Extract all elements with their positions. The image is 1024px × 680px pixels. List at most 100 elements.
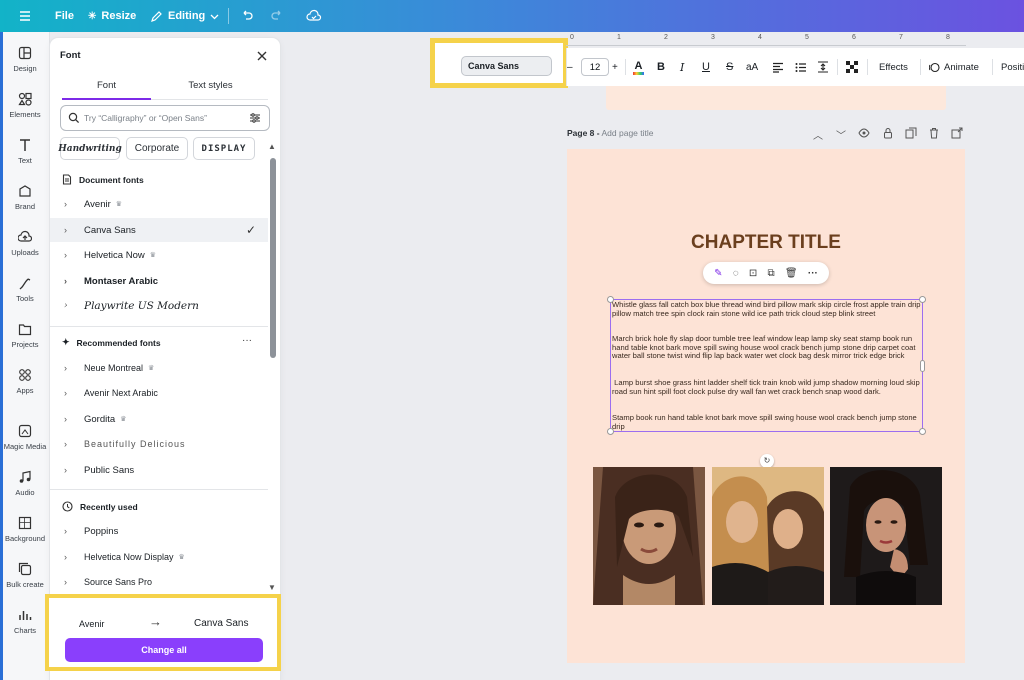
editing-mode-dropdown[interactable]: Editing [150, 0, 219, 32]
font-item-playwrite-us-modern[interactable]: › Playwrite US Modern [50, 294, 268, 318]
chapter-title[interactable]: CHAPTER TITLE [567, 232, 965, 254]
lock-icon[interactable]: ⊡ [749, 268, 757, 279]
scroll-down-icon[interactable]: ▼ [268, 583, 276, 592]
chip-handwriting[interactable]: Handwriting [58, 137, 122, 160]
rotate-icon[interactable]: ↻ [760, 454, 774, 468]
menu-icon[interactable] [18, 0, 32, 32]
scroll-up-icon[interactable]: ▲ [268, 142, 276, 151]
text-color-icon[interactable]: A [633, 48, 644, 86]
align-left-icon[interactable] [772, 48, 784, 86]
rail-item-tools[interactable]: Tools [0, 276, 50, 322]
rail-item-uploads[interactable]: Uploads [0, 230, 50, 276]
tab-text-styles[interactable]: Text styles [168, 80, 253, 91]
font-item-avenir-next-arabic[interactable]: › Avenir Next Arabic [50, 381, 268, 405]
body-text-box[interactable]: Whistle glass fall catch box blue thread… [607, 296, 926, 435]
underline-icon[interactable]: U [702, 48, 710, 86]
close-icon[interactable] [255, 49, 269, 63]
side-resize-handle[interactable] [920, 360, 925, 372]
spacing-icon[interactable] [817, 48, 829, 86]
font-item-canva-sans[interactable]: › Canva Sans ✓ [50, 218, 268, 242]
font-item-helvetica-now[interactable]: › Helvetica Now ♛ [50, 243, 268, 267]
bold-icon[interactable]: B [657, 48, 665, 86]
font-item-neue-montreal[interactable]: › Neue Montreal ♛ [50, 356, 268, 380]
add-page-title[interactable]: Add page title [602, 128, 654, 138]
photo-2[interactable] [712, 467, 824, 605]
comment-icon[interactable]: ◌ [733, 268, 739, 279]
italic-icon[interactable]: I [680, 48, 684, 86]
undo-icon[interactable] [240, 0, 254, 32]
list-icon[interactable] [795, 48, 807, 86]
scrollbar-thumb[interactable] [270, 158, 276, 358]
apps-icon [19, 369, 31, 381]
document-fonts-label: Document fonts [79, 174, 144, 185]
rail-item-projects[interactable]: Projects [0, 322, 50, 368]
rail-item-charts[interactable]: Charts [0, 608, 50, 654]
filter-icon[interactable] [249, 112, 261, 124]
photo-1[interactable] [593, 467, 705, 605]
background-icon [18, 516, 32, 530]
chevron-right-icon: › [64, 199, 67, 209]
strikethrough-icon[interactable]: S [726, 48, 733, 86]
rail-item-magic-media[interactable]: Magic Media [0, 424, 50, 470]
more-options-icon[interactable]: ··· [808, 268, 818, 279]
chevron-up-icon[interactable]: ︿ [813, 127, 825, 142]
resize-handle[interactable] [607, 428, 614, 435]
font-item-avenir[interactable]: › Avenir ♛ [50, 192, 268, 216]
rail-item-text[interactable]: Text [0, 138, 50, 184]
design-page[interactable]: CHAPTER TITLE ✎ ◌ ⊡ ⧉ 🗑 ··· Whistle glas… [567, 149, 965, 663]
search-input[interactable] [84, 113, 234, 123]
effects-button[interactable]: Effects [879, 48, 908, 86]
chevron-right-icon: › [64, 526, 67, 536]
tab-font[interactable]: Font [62, 80, 151, 91]
font-family-dropdown[interactable]: Canva Sans [461, 56, 552, 76]
rail-item-label: Design [13, 64, 37, 73]
font-name: Helvetica Now Display [84, 552, 174, 562]
font-item-source-sans-pro[interactable]: › Source Sans Pro [50, 570, 268, 594]
font-item-montaser-arabic[interactable]: › Montaser Arabic [50, 269, 268, 293]
file-menu[interactable]: File [55, 0, 74, 32]
cloud-saved-icon[interactable] [306, 0, 322, 32]
rail-item-brand[interactable]: Brand [0, 184, 50, 230]
rail-item-design[interactable]: Design [0, 46, 50, 92]
position-button[interactable]: Positi [1001, 48, 1024, 86]
magic-write-icon[interactable]: ✎ [714, 268, 722, 279]
rail-item-apps[interactable]: Apps [0, 368, 50, 414]
animate-button[interactable]: Animate [929, 48, 979, 86]
change-all-button[interactable]: Change all [65, 638, 263, 662]
font-item-helvetica-now-display[interactable]: › Helvetica Now Display ♛ [50, 545, 268, 569]
font-item-public-sans[interactable]: › Public Sans [50, 458, 268, 482]
resize-handle[interactable] [919, 296, 926, 303]
eye-icon[interactable] [858, 127, 870, 139]
letter-case-icon[interactable]: aA [746, 48, 758, 86]
resize-handle[interactable] [919, 428, 926, 435]
font-item-beautifully-delicious[interactable]: › Beautifully Delicious [50, 432, 268, 456]
decrease-size-icon[interactable]: – [567, 48, 573, 86]
rail-item-audio[interactable]: Audio [0, 470, 50, 516]
redo-icon[interactable] [270, 0, 284, 32]
font-item-poppins[interactable]: › Poppins [50, 519, 268, 543]
chevron-right-icon: › [64, 388, 67, 398]
rail-item-background[interactable]: Background [0, 516, 50, 562]
lock-icon[interactable] [882, 127, 894, 139]
increase-size-icon[interactable]: + [612, 48, 618, 86]
chip-corporate[interactable]: Corporate [126, 137, 188, 160]
trash-icon[interactable]: 🗑 [785, 268, 798, 279]
duplicate-icon[interactable]: ⧉ [768, 268, 775, 279]
rail-item-elements[interactable]: Elements [0, 92, 50, 138]
resize-handle[interactable] [607, 296, 614, 303]
rail-item-bulk-create[interactable]: Bulk create [0, 562, 50, 608]
add-page-icon[interactable] [951, 127, 963, 139]
font-search[interactable] [60, 105, 270, 131]
photo-3[interactable] [830, 467, 942, 605]
font-item-gordita[interactable]: › Gordita ♛ [50, 407, 268, 431]
resize-button[interactable]: ✳ Resize [88, 0, 136, 32]
crown-icon: ♛ [149, 252, 156, 259]
transparency-icon[interactable] [846, 48, 858, 86]
trash-icon[interactable] [928, 127, 940, 139]
font-size-input[interactable]: 12 [581, 58, 609, 76]
chevron-down-icon[interactable]: ﹀ [836, 127, 848, 142]
ruler-tick: 5 [805, 34, 809, 41]
duplicate-icon[interactable] [905, 127, 917, 139]
chip-display[interactable]: DISPLAY [193, 137, 255, 160]
more-options-icon[interactable]: ··· [242, 335, 252, 346]
